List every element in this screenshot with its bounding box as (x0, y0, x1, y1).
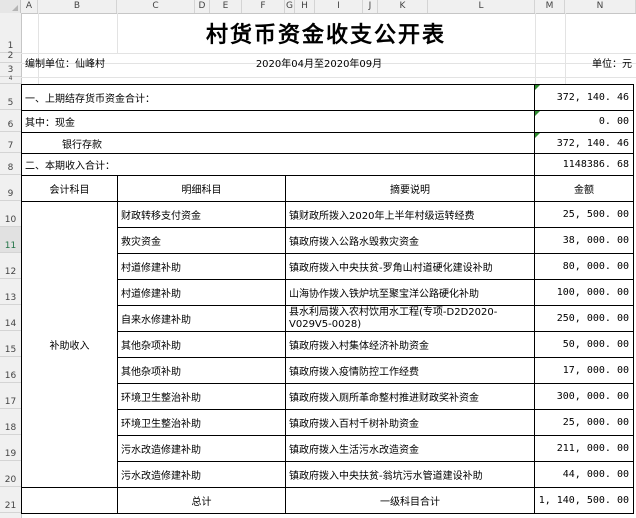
summary-label-cash[interactable]: 其中：现金 (21, 110, 535, 133)
row-header-16[interactable]: 16 (0, 357, 21, 383)
item-amount[interactable]: 17, 000. 00 (534, 357, 634, 384)
item-detail[interactable]: 村道修建补助 (117, 253, 286, 280)
item-description[interactable]: 镇政府拨入生活污水改造资金 (285, 435, 535, 462)
note-indicator-icon (535, 133, 540, 138)
report-period[interactable]: 2020年04月至2020年09月 (210, 54, 428, 70)
item-detail[interactable]: 污水改造修建补助 (117, 435, 286, 462)
currency-unit[interactable]: 单位：元 (535, 54, 636, 70)
item-amount[interactable]: 38, 000. 00 (534, 227, 634, 254)
footer-total-amount[interactable]: 1, 140, 500. 00 (534, 487, 634, 514)
footer-blank-cell[interactable] (21, 487, 118, 514)
summary-label-current-income[interactable]: 二、本期收入合计： (21, 153, 535, 176)
header-detail[interactable]: 明细科目 (117, 175, 286, 202)
item-detail[interactable]: 自来水修建补助 (117, 305, 286, 332)
footer-subtotal-label[interactable]: 一级科目合计 (285, 487, 535, 514)
column-header-d[interactable]: D (195, 0, 210, 13)
item-detail[interactable]: 其他杂项补助 (117, 331, 286, 358)
row-header-bar: 1 2 3 4 5 6 7 8 9 10 11 12 13 14 15 16 1… (0, 13, 22, 518)
column-header-j[interactable]: J (363, 0, 378, 13)
header-description[interactable]: 摘要说明 (285, 175, 535, 202)
group-label-subsidy-income[interactable]: 补助收入 (21, 201, 118, 488)
item-amount[interactable]: 50, 000. 00 (534, 331, 634, 358)
row-header-5[interactable]: 5 (0, 84, 21, 110)
summary-label-previous-balance[interactable]: 一、上期结存货币资金合计： (21, 84, 535, 111)
row-header-11[interactable]: 11 (0, 227, 21, 253)
row-header-7[interactable]: 7 (0, 132, 21, 153)
gridline (38, 13, 39, 84)
row-header-10[interactable]: 10 (0, 201, 21, 227)
row-header-6[interactable]: 6 (0, 110, 21, 132)
gridline (535, 13, 536, 84)
row-header-4[interactable]: 4 (0, 75, 21, 84)
item-description[interactable]: 镇政府拨入公路水毁救灾资金 (285, 227, 535, 254)
item-amount[interactable]: 300, 000. 00 (534, 383, 634, 410)
item-detail[interactable]: 环境卫生整治补助 (117, 383, 286, 410)
item-detail[interactable]: 其他杂项补助 (117, 357, 286, 384)
gridline (21, 77, 636, 78)
header-account[interactable]: 会计科目 (21, 175, 118, 202)
item-detail[interactable]: 环境卫生整治补助 (117, 409, 286, 436)
item-amount[interactable]: 80, 000. 00 (534, 253, 634, 280)
column-header-i[interactable]: I (315, 0, 363, 13)
row-header-17[interactable]: 17 (0, 383, 21, 409)
column-header-bar: A B C D E F G H I J K L M N (0, 0, 636, 14)
summary-value-current-income[interactable]: 1148386. 68 (534, 153, 634, 176)
item-detail[interactable]: 村道修建补助 (117, 279, 286, 306)
row-header-8[interactable]: 8 (0, 153, 21, 175)
summary-value-bank-deposit[interactable]: 372, 140. 46 (534, 132, 634, 154)
column-header-n[interactable]: N (565, 0, 636, 13)
item-description[interactable]: 山海协作拨入铁炉坑至聚宝洋公路硬化补助 (285, 279, 535, 306)
item-amount[interactable]: 25, 500. 00 (534, 201, 634, 228)
header-amount[interactable]: 金额 (534, 175, 634, 202)
item-amount[interactable]: 44, 000. 00 (534, 461, 634, 488)
organization-unit[interactable]: 编制单位：仙峰村 (22, 54, 222, 70)
row-header-13[interactable]: 13 (0, 279, 21, 305)
column-header-m[interactable]: M (535, 0, 565, 13)
row-header-2[interactable]: 2 (0, 51, 21, 63)
item-amount[interactable]: 100, 000. 00 (534, 279, 634, 306)
column-header-b[interactable]: B (38, 0, 117, 13)
item-description[interactable]: 镇政府拨入中央扶贫-罗角山村道硬化建设补助 (285, 253, 535, 280)
column-header-h[interactable]: H (295, 0, 315, 13)
item-amount[interactable]: 211, 000. 00 (534, 435, 634, 462)
column-header-k[interactable]: K (378, 0, 428, 13)
note-indicator-icon (535, 85, 540, 90)
column-header-e[interactable]: E (210, 0, 242, 13)
column-header-g[interactable]: G (285, 0, 295, 13)
row-header-14[interactable]: 14 (0, 305, 21, 331)
row-header-12[interactable]: 12 (0, 253, 21, 279)
column-header-c[interactable]: C (117, 0, 195, 13)
item-amount[interactable]: 250, 000. 00 (534, 305, 634, 332)
sheet-title[interactable]: 村货币资金收支公开表 (117, 14, 535, 52)
row-header-18[interactable]: 18 (0, 409, 21, 435)
column-header-a[interactable]: A (21, 0, 38, 13)
summary-value-cash[interactable]: 0. 00 (534, 110, 634, 133)
spreadsheet: A B C D E F G H I J K L M N 1 2 3 4 5 6 … (0, 0, 636, 518)
item-detail[interactable]: 污水改造修建补助 (117, 461, 286, 488)
summary-label-bank-deposit[interactable]: 银行存款 (21, 132, 535, 154)
item-description[interactable]: 镇财政所拨入2020年上半年村级运转经费 (285, 201, 535, 228)
item-description[interactable]: 镇政府拨入百村千树补助资金 (285, 409, 535, 436)
item-description[interactable]: 镇政府拨入村集体经济补助资金 (285, 331, 535, 358)
item-description[interactable]: 镇政府拨入厕所革命整村推进财政奖补资金 (285, 383, 535, 410)
row-header-21[interactable]: 21 (0, 487, 21, 513)
item-detail[interactable]: 救灾资金 (117, 227, 286, 254)
row-header-9[interactable]: 9 (0, 175, 21, 201)
row-header-1[interactable]: 1 (0, 13, 21, 53)
note-indicator-icon (535, 111, 540, 116)
column-header-l[interactable]: L (428, 0, 535, 13)
column-header-f[interactable]: F (242, 0, 285, 13)
select-all-corner[interactable] (0, 0, 21, 13)
row-header-15[interactable]: 15 (0, 331, 21, 357)
item-description[interactable]: 镇政府拨入中央扶贫-翁坑污水管道建设补助 (285, 461, 535, 488)
gridline (565, 13, 566, 84)
item-amount[interactable]: 25, 000. 00 (534, 409, 634, 436)
footer-total-label[interactable]: 总计 (117, 487, 286, 514)
item-detail[interactable]: 财政转移支付资金 (117, 201, 286, 228)
row-header-19[interactable]: 19 (0, 435, 21, 461)
item-description[interactable]: 县水利局拨入农村饮用水工程(专项-D2D2020-V029V5-0028) (285, 305, 535, 332)
row-header-20[interactable]: 20 (0, 461, 21, 487)
summary-value-previous-balance[interactable]: 372, 140. 46 (534, 84, 634, 111)
item-description[interactable]: 镇政府拨入疫情防控工作经费 (285, 357, 535, 384)
